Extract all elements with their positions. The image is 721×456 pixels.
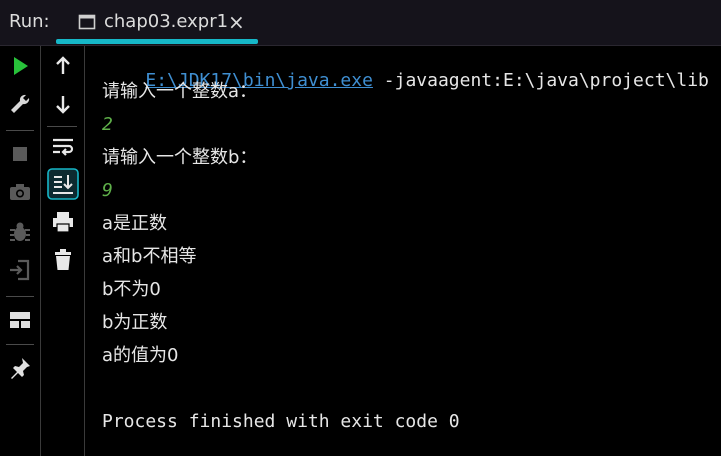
tab-title: chap03.expr1 [104, 11, 229, 32]
debug-bug-icon[interactable] [6, 218, 34, 246]
login-icon[interactable] [6, 256, 34, 284]
toolbar-separator [47, 126, 77, 127]
wrench-icon[interactable] [6, 90, 34, 118]
run-tab-bar: Run: chap03.expr1 × [0, 0, 721, 46]
command-args: -javaagent:E:\java\project\lib [372, 70, 709, 91]
layout-icon[interactable] [6, 306, 34, 334]
run-toolbar-secondary [41, 46, 85, 456]
print-icon[interactable] [49, 208, 77, 236]
toolbar-separator [6, 130, 34, 131]
toolbar-separator [6, 344, 34, 345]
run-toolbar-primary [0, 46, 41, 456]
active-tab-indicator [56, 39, 258, 44]
console-output[interactable]: E:\JDK17\bin\java.exe -javaagent:E:\java… [86, 46, 721, 456]
arrow-down-icon[interactable] [49, 90, 77, 118]
stop-icon[interactable] [6, 140, 34, 168]
soft-wrap-icon[interactable] [49, 132, 77, 160]
scroll-to-end-icon[interactable] [47, 168, 79, 200]
prompt-b: 请输入一个整数b： [102, 147, 258, 168]
output-line: a的值为0 [102, 345, 179, 366]
output-line: a是正数 [102, 213, 168, 234]
camera-icon[interactable] [6, 178, 34, 206]
trash-icon[interactable] [49, 246, 77, 274]
rerun-icon[interactable] [6, 52, 34, 80]
pin-icon[interactable] [6, 354, 34, 382]
input-a: 2 [102, 114, 113, 135]
run-label: Run: [9, 11, 50, 32]
input-b: 9 [102, 180, 113, 201]
output-line: b不为0 [102, 279, 161, 300]
output-line: a和b不相等 [102, 246, 197, 267]
output-line: b为正数 [102, 312, 168, 333]
arrow-up-icon[interactable] [49, 52, 77, 80]
close-icon[interactable]: × [228, 10, 245, 34]
process-finished-message: Process finished with exit code 0 [102, 411, 460, 432]
prompt-a: 请输入一个整数a： [102, 81, 258, 102]
application-window-icon [78, 13, 96, 31]
toolbar-separator [6, 296, 34, 297]
